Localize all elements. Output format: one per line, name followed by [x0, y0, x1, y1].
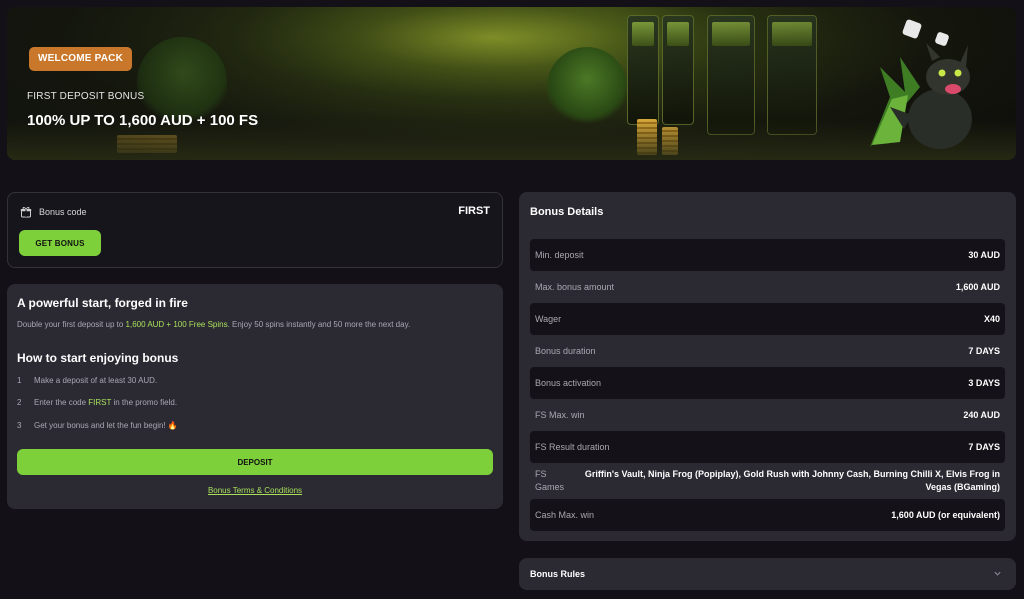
- dragon-mascot-icon: [870, 43, 972, 149]
- bonus-rules-accordion[interactable]: Bonus Rules: [519, 558, 1016, 590]
- details-row: Wager X40: [530, 303, 1005, 335]
- bonus-info-card: A powerful start, forged in fire Double …: [7, 284, 503, 509]
- info-title: A powerful start, forged in fire: [17, 296, 188, 310]
- step-item: 1 Make a deposit of at least 30 AUD.: [17, 376, 158, 385]
- details-row: FS Games Griffin's Vault, Ninja Frog (Pop…: [535, 469, 1000, 492]
- promo-banner: WELCOME PACK FIRST DEPOSIT BONUS 100% UP…: [7, 7, 1016, 160]
- bonus-code-card: Bonus code FIRST GET BONUS: [7, 192, 503, 268]
- gift-icon: [20, 207, 32, 218]
- banner-subtitle: FIRST DEPOSIT BONUS: [27, 91, 145, 102]
- details-row: Max. bonus amount 1,600 AUD: [535, 282, 1000, 292]
- details-row: Min. deposit 30 AUD: [530, 239, 1005, 271]
- details-row: FS Max. win 240 AUD: [535, 410, 1000, 420]
- chevron-down-icon[interactable]: [993, 569, 1002, 578]
- welcome-pack-badge: WELCOME PACK: [29, 47, 132, 71]
- highlight-text: 1,600 AUD + 100 Free Spins: [125, 320, 228, 329]
- how-to-title: How to start enjoying bonus: [17, 351, 179, 365]
- bonus-details-panel: Bonus Details Min. deposit 30 AUD Max. bo…: [519, 192, 1016, 541]
- get-bonus-button[interactable]: GET BONUS: [19, 230, 101, 256]
- promo-code-highlight: FIRST: [88, 398, 112, 407]
- details-title: Bonus Details: [530, 206, 604, 218]
- bonus-rules-title: Bonus Rules: [530, 569, 586, 579]
- deposit-button[interactable]: DEPOSIT: [17, 449, 493, 475]
- details-row: Bonus duration 7 DAYS: [535, 346, 1000, 356]
- info-description: Double your first deposit up to 1,600 AU…: [17, 320, 411, 329]
- bonus-code-value[interactable]: FIRST: [458, 205, 490, 217]
- banner-title: 100% UP TO 1,600 AUD + 100 FS: [27, 112, 259, 129]
- step-item: 3 Get your bonus and let the fun begin! 🔥: [17, 421, 178, 430]
- bonus-code-label: Bonus code: [39, 207, 87, 217]
- terms-link[interactable]: Bonus Terms & Conditions: [7, 486, 503, 495]
- details-row: FS Result duration 7 DAYS: [530, 431, 1005, 463]
- details-row: Bonus activation 3 DAYS: [530, 367, 1005, 399]
- step-item: 2 Enter the code FIRST in the promo field…: [17, 398, 178, 407]
- details-row: Cash Max. win 1,600 AUD (or equivalent): [530, 499, 1005, 531]
